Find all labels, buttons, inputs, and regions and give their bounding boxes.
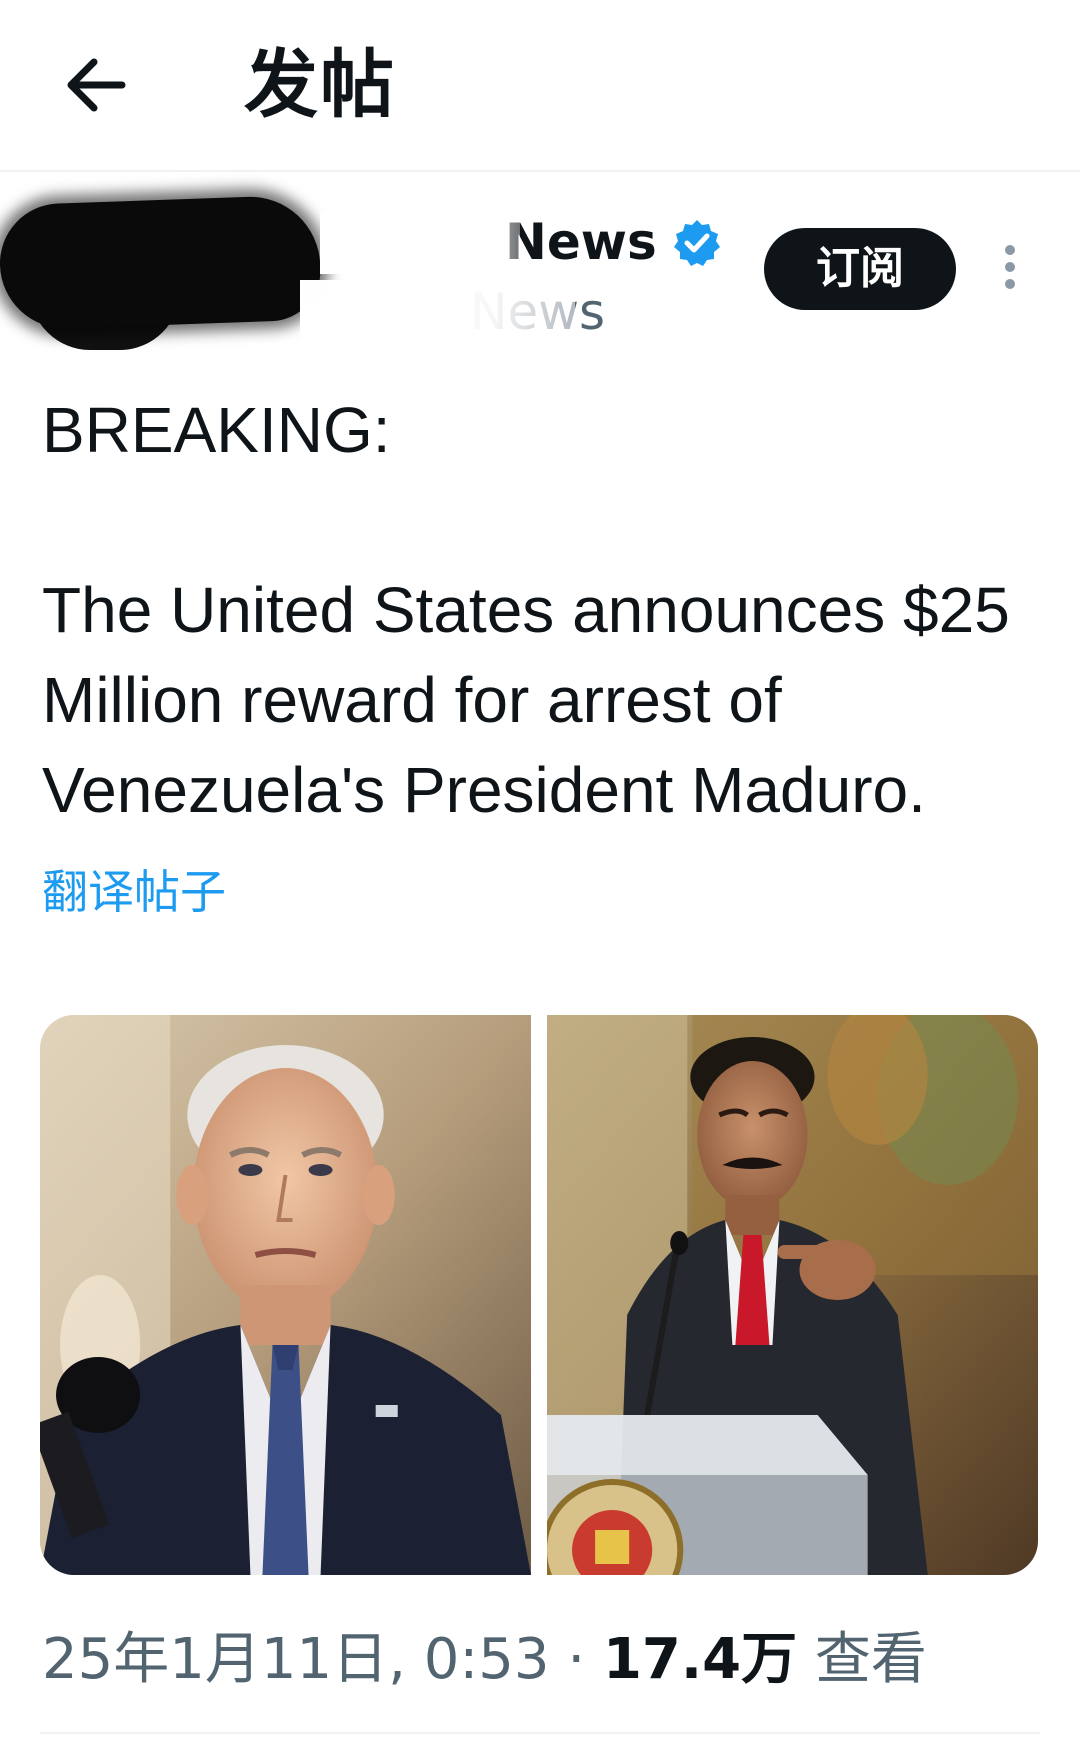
name-redaction	[320, 212, 520, 274]
back-button[interactable]	[52, 40, 142, 130]
tweet-meta: 25年1月11日, 0:53 · 17.4万 查看	[42, 1625, 927, 1695]
photo-right-image	[547, 1015, 1038, 1575]
meta-separator: ·	[567, 1627, 586, 1692]
photo-left-image	[40, 1015, 531, 1575]
views-count: 17.4万	[602, 1627, 798, 1692]
views-label: 查看	[814, 1627, 927, 1692]
timestamp[interactable]: 25年1月11日, 0:53	[42, 1627, 550, 1692]
subscribe-button[interactable]: 订阅	[764, 228, 956, 310]
page-title: 发帖	[244, 42, 396, 128]
author-name[interactable]: News	[505, 212, 657, 272]
more-options-button[interactable]	[990, 240, 1030, 300]
tweet-text: BREAKING: The United States announces $2…	[42, 385, 1042, 835]
divider	[40, 1732, 1040, 1734]
translate-post-link[interactable]: 翻译帖子	[42, 862, 226, 922]
media-photo-right[interactable]	[547, 1015, 1038, 1575]
top-bar: 发帖	[0, 0, 1080, 172]
media-photo-left[interactable]	[40, 1015, 531, 1575]
handle-redaction	[300, 280, 575, 346]
media-grid	[40, 1015, 1038, 1575]
tweet-line-body: The United States announces $25 Million …	[42, 574, 1010, 826]
redaction-scribble	[0, 194, 323, 331]
more-vertical-icon	[1005, 245, 1015, 255]
tweet-line-breaking: BREAKING:	[42, 394, 391, 466]
verified-badge-icon	[674, 220, 720, 266]
arrow-left-icon	[67, 58, 126, 112]
